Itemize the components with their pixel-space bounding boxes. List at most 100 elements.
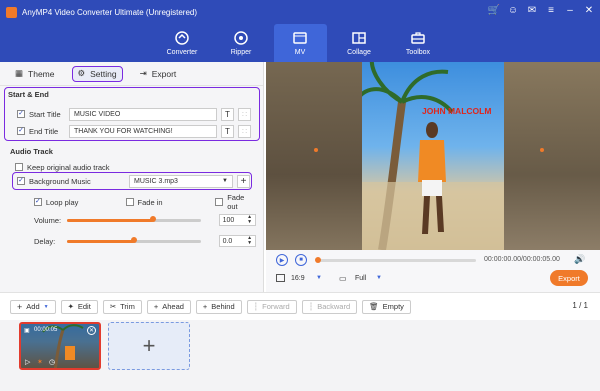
aspect-ratio-icon: [276, 274, 285, 282]
loop-play-checkbox[interactable]: ✓: [34, 198, 42, 206]
start-title-checkbox[interactable]: ✓: [17, 110, 25, 118]
tab-toolbox-label: Toolbox: [405, 49, 431, 56]
delay-label: Delay:: [34, 236, 56, 246]
delay-fill: [67, 239, 135, 243]
fade-out-label: Fade out: [227, 193, 245, 211]
clip-remove-icon[interactable]: ✕: [87, 326, 96, 335]
clip-thumbnail[interactable]: ▣ 00:00:05 ✕ ▷ ✶ ◷: [19, 322, 101, 370]
add-clip-placeholder[interactable]: +: [108, 322, 190, 370]
clip-play-icon[interactable]: ▷: [25, 358, 30, 366]
add-button[interactable]: + Add ▼: [10, 299, 56, 314]
view-dropdown-icon[interactable]: ▼: [376, 275, 382, 281]
start-title-input[interactable]: MUSIC VIDEO: [69, 107, 217, 121]
background-music-label: Background Music: [29, 176, 91, 186]
collage-icon: [351, 30, 367, 46]
app-title: AnyMP4 Video Converter Ultimate (Unregis…: [22, 7, 198, 17]
user-icon[interactable]: ☺: [508, 5, 518, 17]
menu-icon[interactable]: ≡: [546, 5, 556, 17]
volume-icon[interactable]: 🔊: [574, 254, 585, 265]
behind-button[interactable]: + Behind: [195, 299, 242, 314]
keep-original-checkbox[interactable]: [15, 163, 23, 171]
plus-icon: +: [142, 333, 156, 358]
view-mode-value[interactable]: Full: [355, 275, 366, 282]
background-music-select[interactable]: MUSIC 3.mp3 ▼: [129, 174, 233, 188]
end-title-checkbox[interactable]: ✓: [17, 127, 25, 135]
preview-dot-left: [314, 148, 318, 152]
export-button[interactable]: Export: [550, 270, 588, 286]
chat-icon[interactable]: ✉: [527, 5, 537, 17]
trim-button[interactable]: ✂ Trim: [102, 299, 142, 314]
fade-in-checkbox[interactable]: [125, 198, 134, 206]
start-end-heading: Start & End: [8, 90, 49, 99]
tab-mv[interactable]: MV: [273, 24, 327, 62]
volume-knob[interactable]: [149, 216, 156, 222]
plus-icon: +: [17, 301, 23, 312]
end-title-style-button[interactable]: ∷: [238, 124, 251, 138]
preview-dot-right: [540, 148, 544, 152]
cart-icon[interactable]: 🛒: [488, 5, 500, 17]
forward-button[interactable]: ┆ Forward: [246, 299, 297, 314]
start-title-style-button[interactable]: ∷: [238, 107, 251, 121]
stepper-arrows-icon[interactable]: ▲ ▼: [247, 215, 252, 225]
end-title-text-button[interactable]: T: [221, 124, 234, 138]
playback-knob[interactable]: [315, 256, 321, 263]
tab-ripper[interactable]: Ripper: [215, 24, 268, 62]
playback-progress[interactable]: [315, 256, 476, 263]
backward-icon: ┆: [308, 302, 314, 311]
tab-theme[interactable]: ▦ Theme: [10, 66, 60, 82]
tab-toolbox[interactable]: Toolbox: [392, 24, 445, 62]
start-title-text-button[interactable]: T: [221, 107, 234, 121]
fade-out-checkbox[interactable]: [215, 198, 224, 206]
palm-tree-scene: [362, 62, 504, 250]
background-music-checkbox[interactable]: ✓: [17, 177, 25, 185]
tab-converter[interactable]: Converter: [156, 24, 209, 62]
close-icon[interactable]: ✕: [584, 5, 594, 17]
tab-theme-label: Theme: [28, 68, 55, 79]
end-title-label: End Title: [29, 126, 59, 136]
converter-icon: [174, 30, 190, 46]
app-logo-icon: [6, 6, 17, 18]
tab-export[interactable]: ⇥ Export: [135, 66, 182, 82]
magic-wand-icon: ✦: [67, 302, 74, 311]
edit-button[interactable]: ✦ Edit: [60, 299, 98, 314]
preview-overlay-text: JOHN MALCOLM: [422, 106, 492, 116]
forward-label: Forward: [262, 302, 290, 311]
delay-stepper[interactable]: 0.0 ▲ ▼: [218, 235, 257, 247]
tab-collage[interactable]: Collage: [333, 24, 386, 62]
tab-mv-label: MV: [294, 49, 306, 56]
ahead-button[interactable]: + Ahead: [146, 299, 191, 314]
preview-blur-left: [266, 62, 362, 250]
play-button[interactable]: ▶: [276, 254, 288, 266]
tab-setting[interactable]: ⚙ Setting: [71, 65, 123, 82]
aspect-dropdown-icon[interactable]: ▼: [316, 275, 322, 281]
empty-button[interactable]: 🗑 Empty: [362, 299, 411, 314]
volume-label: Volume:: [34, 215, 62, 225]
tab-setting-label: Setting: [90, 68, 117, 79]
time-readout: 00:00:00.00/00:00:05.00: [484, 256, 560, 263]
volume-slider[interactable]: [67, 216, 201, 222]
toolbox-icon: [410, 30, 426, 46]
tab-ripper-label: Ripper: [230, 49, 252, 56]
forward-icon: ┆: [253, 302, 259, 311]
volume-stepper[interactable]: 100 ▲ ▼: [218, 214, 257, 226]
player-controls: ▶ ■ 00:00:00.00/00:00:05.00 🔊 16:9 ▼ ▭ F…: [266, 250, 600, 292]
tab-collage-label: Collage: [347, 49, 371, 56]
add-music-button[interactable]: +: [237, 174, 250, 188]
clip-clock-icon[interactable]: ◷: [49, 358, 55, 366]
main-nav: Converter Ripper MV Collage Toolbox: [0, 24, 600, 62]
ahead-icon: +: [153, 302, 159, 311]
delay-value: 0.0: [222, 237, 233, 245]
minimize-icon[interactable]: –: [565, 5, 575, 17]
edit-toolbar: + Add ▼ ✦ Edit ✂ Trim + Ahead + Behind ┆…: [0, 292, 600, 320]
aspect-ratio-value[interactable]: 16:9: [291, 275, 305, 282]
stepper-arrows-icon[interactable]: ▲ ▼: [247, 236, 252, 246]
sub-tabs: ▦ Theme ⚙ Setting ⇥ Export: [0, 62, 263, 86]
clip-video-icon: ▣: [24, 328, 30, 334]
clip-effect-icon[interactable]: ✶: [37, 358, 43, 366]
backward-button[interactable]: ┆ Backward: [301, 299, 358, 314]
end-title-input[interactable]: THANK YOU FOR WATCHING!: [69, 124, 217, 138]
stop-button[interactable]: ■: [295, 254, 307, 266]
pagination: 1 / 1: [572, 301, 588, 310]
delay-knob[interactable]: [131, 237, 138, 243]
delay-slider[interactable]: [67, 237, 201, 243]
